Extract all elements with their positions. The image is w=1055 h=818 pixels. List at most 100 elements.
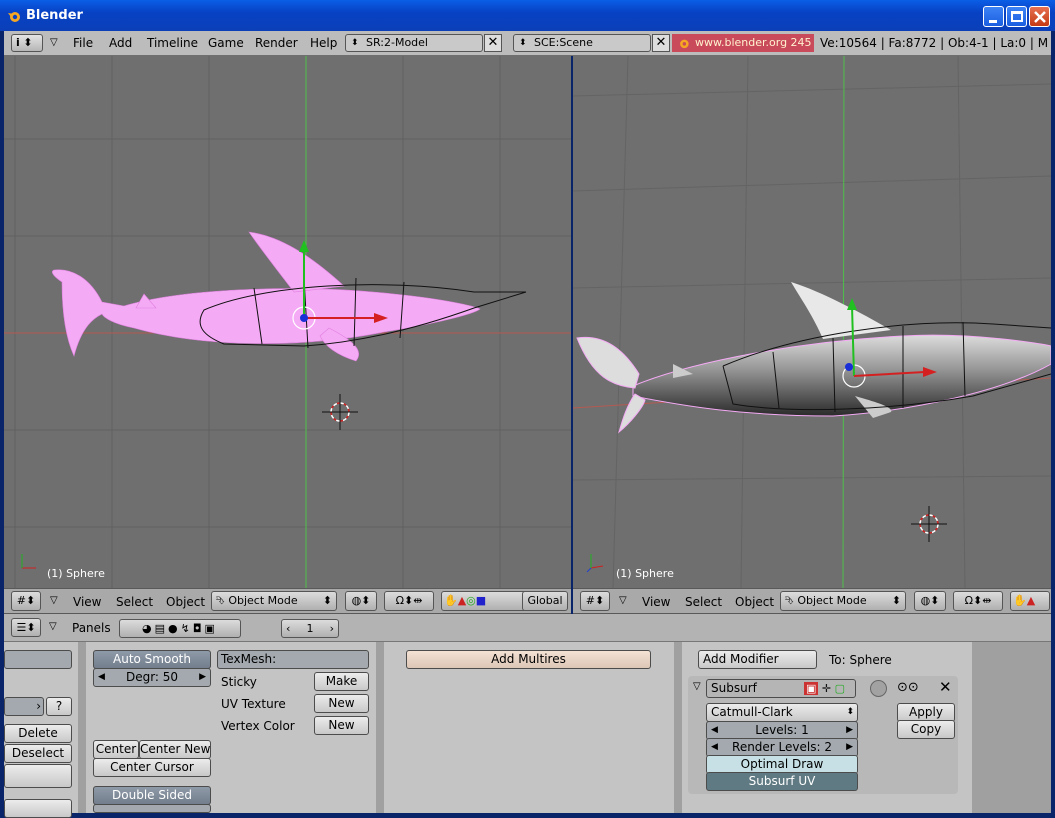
add-modifier-button[interactable]: Add Modifier	[698, 650, 817, 669]
viewport-right-canvas[interactable]	[573, 56, 1051, 588]
deselect-button[interactable]: Deselect	[4, 744, 72, 763]
maximize-button[interactable]	[1006, 6, 1027, 27]
subsurf-uv-toggle[interactable]: Subsurf UV	[706, 772, 858, 791]
delete-button[interactable]: Delete	[4, 724, 72, 743]
cage-icon: ▢	[834, 682, 846, 695]
levels-value: Levels: 1	[755, 723, 809, 737]
menu-view[interactable]: View	[73, 595, 101, 609]
mode-label: Object Mode	[228, 594, 298, 607]
menu-add[interactable]: Add	[109, 36, 132, 50]
viewport-left-canvas[interactable]	[4, 56, 571, 588]
viewport-left[interactable]: (1) Sphere	[4, 56, 571, 588]
texmesh-field[interactable]: TexMesh:	[217, 650, 369, 669]
viewport-right[interactable]: (1) Sphere	[573, 56, 1051, 588]
delete-modifier-icon[interactable]: ✕	[939, 678, 952, 696]
draw-type-icon[interactable]: ◍⬍	[914, 591, 946, 611]
layer-icon[interactable]: ☰⬍	[11, 618, 41, 637]
chevron-down-icon[interactable]: ▽	[49, 621, 57, 632]
modifier-toggle-icon[interactable]	[870, 680, 887, 697]
frame-value: 1	[306, 622, 314, 635]
auto-smooth-toggle[interactable]: Auto Smooth	[93, 650, 211, 669]
degr-value: Degr: 50	[125, 670, 179, 684]
menu-render[interactable]: Render	[255, 36, 298, 50]
menu-select[interactable]: Select	[116, 595, 153, 609]
render-levels-value: Render Levels: 2	[732, 740, 832, 754]
uv-texture-label: UV Texture	[221, 697, 286, 711]
vertex-color-new-button[interactable]: New	[314, 716, 369, 735]
subdivision-type-select[interactable]: Catmull-Clark ⬍	[706, 703, 858, 722]
material-button[interactable]	[4, 799, 72, 818]
panels-icon[interactable]: ◕▤●↯◘▣	[119, 619, 241, 638]
help-button[interactable]: ?	[46, 697, 72, 716]
hand-icon: ✋	[444, 594, 458, 607]
window-title: Blender	[26, 8, 83, 23]
object-field[interactable]	[4, 650, 72, 669]
mode-selector[interactable]: ⮷ Object Mode ⬍	[780, 591, 906, 611]
material-slot[interactable]: ›	[4, 697, 44, 716]
add-multires-button[interactable]: Add Multires	[406, 650, 651, 669]
center-cursor-button[interactable]: Center Cursor	[93, 758, 211, 777]
pivot-selector[interactable]: Ω⬍⇹	[953, 591, 1003, 611]
grid-icon[interactable]: #⬍	[580, 591, 610, 611]
orientation-selector[interactable]: Global	[522, 591, 568, 611]
translate-icon: ▲	[457, 594, 467, 607]
menu-object[interactable]: Object	[735, 595, 774, 609]
chevron-updown-icon: ⬍	[846, 707, 854, 717]
buttons-header: ☰⬍ ▽ Panels ◕▤●↯◘▣ ‹ 1 ›	[4, 614, 1051, 642]
menu-game[interactable]: Game	[208, 36, 244, 50]
object-mode-icon: ⮷	[216, 594, 225, 607]
modifier-visibility-icons[interactable]: ▣ ✛ ▢	[804, 681, 854, 696]
menu-timeline[interactable]: Timeline	[147, 36, 198, 50]
frame-counter[interactable]: ‹ 1 ›	[281, 619, 339, 638]
panels-label: Panels	[72, 621, 111, 635]
chevron-updown-icon: ⬍	[322, 594, 332, 607]
shark-mesh	[52, 231, 481, 362]
move-up-down-icon[interactable]: ⊙⊙	[897, 680, 919, 695]
title-bar: Blender	[0, 0, 1055, 31]
scene-name: SCE:Scene	[534, 36, 593, 49]
vertex-color-label: Vertex Color	[221, 719, 295, 733]
copy-modifier-button[interactable]: Copy	[897, 720, 955, 739]
info-menu-icon[interactable]: i ⬍	[11, 34, 43, 52]
pivot-selector[interactable]: Ω⬍⇹	[384, 591, 434, 611]
material-button[interactable]	[4, 764, 72, 788]
scale-icon: ■	[475, 594, 487, 607]
mode-selector[interactable]: ⮷ Object Mode ⬍	[211, 591, 337, 611]
manipulator-toggles[interactable]: ✋▲◎■	[441, 591, 527, 611]
scene-browse-icon: ⬍	[519, 38, 527, 48]
delete-screen-button[interactable]: ✕	[484, 34, 502, 52]
viewport-right-header: #⬍ ▽ View Select Object ⮷ Object Mode ⬍ ◍…	[573, 588, 1051, 614]
chevron-right-icon: ›	[329, 622, 334, 635]
menu-object[interactable]: Object	[166, 595, 205, 609]
menu-help[interactable]: Help	[310, 36, 337, 50]
manipulator-toggles[interactable]: ✋▲	[1010, 591, 1050, 611]
double-sided-toggle[interactable]: Double Sided	[93, 786, 211, 805]
draw-type-icon[interactable]: ◍⬍	[345, 591, 377, 611]
chevron-down-icon[interactable]: ▽	[50, 37, 58, 48]
scene-selector[interactable]: ⬍ SCE:Scene	[513, 34, 651, 52]
link-materials-panel: › ? Delete Deselect	[4, 642, 78, 818]
delete-scene-button[interactable]: ✕	[652, 34, 670, 52]
grid-icon[interactable]: #⬍	[11, 591, 41, 611]
axis-gizmo-icon	[21, 554, 36, 569]
menu-file[interactable]: File	[73, 36, 93, 50]
chevron-down-icon[interactable]: ▽	[619, 595, 627, 606]
close-window-button[interactable]	[1029, 6, 1050, 27]
modifiers-panel: Add Modifier To: Sphere ▽ Subsurf ▣ ✛ ▢ …	[682, 642, 972, 813]
center-new-button[interactable]: Center New	[139, 740, 211, 759]
screen-name: SR:2-Model	[366, 36, 428, 49]
chevron-down-icon[interactable]: ▽	[693, 681, 701, 692]
sticky-make-button[interactable]: Make	[314, 672, 369, 691]
menu-view[interactable]: View	[642, 595, 670, 609]
minimize-button[interactable]	[983, 6, 1004, 27]
chevron-down-icon[interactable]: ▽	[50, 595, 58, 606]
viewport-object-label: (1) Sphere	[47, 567, 105, 580]
degr-slider[interactable]: ◀ Degr: 50 ▶	[93, 668, 211, 687]
editmode-icon: ✛	[821, 682, 832, 695]
menu-select[interactable]: Select	[685, 595, 722, 609]
center-button[interactable]: Center	[93, 740, 139, 759]
blender-url[interactable]: www.blender.org 245	[672, 34, 814, 52]
uv-texture-new-button[interactable]: New	[314, 694, 369, 713]
no-vnormal-flip-toggle[interactable]	[93, 804, 211, 813]
screen-selector[interactable]: ⬍ SR:2-Model	[345, 34, 483, 52]
